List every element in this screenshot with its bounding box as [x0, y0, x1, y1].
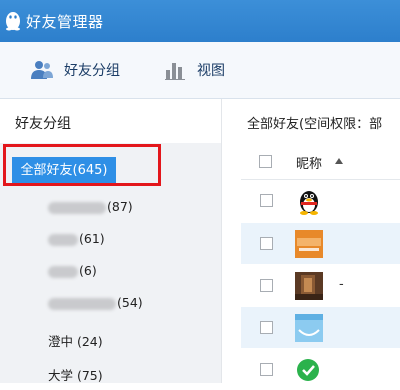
row-checkbox[interactable] [260, 363, 273, 376]
column-nickname[interactable]: 昵称 [296, 153, 322, 172]
table-row[interactable] [241, 180, 400, 221]
sort-ascending-icon[interactable] [335, 158, 343, 164]
table-row[interactable] [241, 307, 400, 348]
group-item[interactable]: (61) [48, 231, 105, 246]
view-label: 视图 [197, 63, 225, 79]
bar-chart-icon [165, 63, 185, 80]
group-item[interactable]: (6) [48, 263, 97, 278]
row-checkbox[interactable] [260, 237, 273, 250]
friend-groups-button[interactable]: 好友分组 [30, 58, 120, 82]
table-row[interactable]: - [241, 265, 400, 306]
blurred-text [48, 201, 106, 214]
users-icon [31, 61, 53, 79]
friend-groups-label: 好友分组 [64, 63, 120, 79]
blurred-text [48, 233, 78, 246]
qq-penguin-icon [6, 12, 20, 31]
group-pane: 好友分组 全部好友(645) (87) (61) (6) (54) 澄中 (24… [0, 99, 221, 383]
view-button[interactable]: 视图 [165, 58, 225, 82]
group-pane-header: 好友分组 [15, 116, 71, 132]
group-list: 全部好友(645) (87) (61) (6) (54) 澄中 (24) 大学 … [0, 143, 221, 383]
table-header: 昵称 [241, 143, 400, 180]
green-chat-avatar [295, 356, 323, 384]
row-checkbox[interactable] [260, 279, 273, 292]
highlight-box [3, 144, 161, 186]
table-row[interactable] [241, 349, 400, 390]
blue-sky-avatar [295, 314, 323, 342]
group-item[interactable]: (87) [48, 199, 133, 214]
qq-penguin-avatar [300, 191, 318, 215]
select-all-checkbox[interactable] [259, 155, 272, 168]
blurred-text [48, 297, 116, 310]
toolbar: 好友分组 视图 [0, 42, 400, 99]
blurred-text [48, 265, 78, 278]
nickname: - [339, 277, 344, 292]
friend-pane-header: 全部好友(空间权限：部 [247, 117, 383, 132]
orange-logo-avatar [295, 230, 323, 258]
friend-pane: 全部好友(空间权限：部 昵称 - [222, 99, 400, 384]
friend-table: 昵称 - [241, 143, 400, 384]
window-title: 好友管理器 [26, 13, 104, 31]
title-bar: 好友管理器 [0, 0, 400, 42]
table-row[interactable] [241, 223, 400, 264]
row-checkbox[interactable] [260, 321, 273, 334]
group-item[interactable]: 大学 (75) [48, 365, 103, 384]
photo-avatar [295, 272, 323, 300]
row-checkbox[interactable] [260, 194, 273, 207]
group-item[interactable]: 澄中 (24) [48, 331, 103, 350]
group-item[interactable]: (54) [48, 295, 143, 310]
